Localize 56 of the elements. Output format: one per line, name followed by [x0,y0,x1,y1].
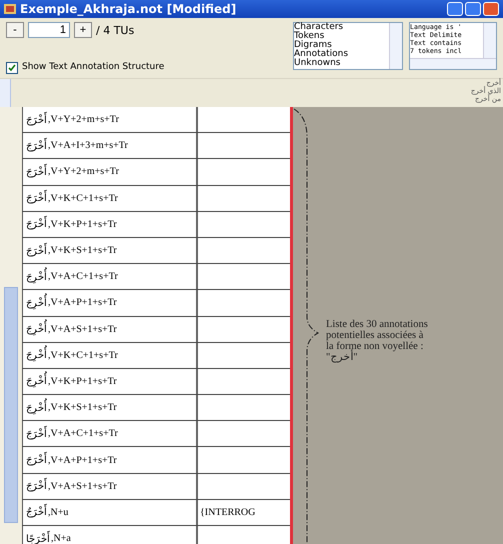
maximize-button[interactable] [465,2,481,16]
annotation-code: ,N+u [48,506,68,518]
arabic-form: أَخْرَجَ [26,140,47,152]
horizontal-scrollbar[interactable] [410,58,496,69]
arabic-form: أَخْرَجَ [26,218,47,230]
annotation-code: ,V+Y+2+m+s+Tr [48,114,119,126]
checkbox-label: Show Text Annotation Structure [22,62,164,72]
list-item[interactable]: Characters [294,23,389,32]
arabic-form: أَخْرَجَ [26,244,47,257]
annotation-code: ,V+A+P+1+s+Tr [48,297,117,308]
table-cell: {INTERROG [200,506,256,518]
arabic-form: أَخْرَجٌ [26,506,47,518]
page-total: / 4 TUs [96,24,134,36]
annotation-code: ,V+K+C+1+s+Tr [48,192,118,204]
annotation-code: ,V+K+S+1+s+Tr [48,245,117,256]
annotation-line: la forme non voyellée : [326,341,424,352]
annotation-code: ,V+A+C+1+s+Tr [48,428,118,440]
list-item[interactable]: Unknowns [294,59,389,68]
annotation-code: ,V+A+S+1+s+Tr [48,324,117,335]
annotation-code: ,V+K+C+1+s+Tr [48,350,118,361]
arabic-form: أَخْرَجَ [26,428,47,440]
annotation-code: ,V+A+C+1+s+Tr [48,271,118,282]
annotation-code: ,V+K+S+1+s+Tr [48,402,117,414]
annotation-code: ,V+K+P+1+s+Tr [48,376,117,387]
list-item[interactable]: Tokens [294,32,389,41]
arabic-form: أَخْرَجَ [26,166,47,178]
arabic-form: أَخْرَجًا [26,532,50,544]
close-button[interactable] [483,2,499,16]
window-title: Exemple_Akhraja.not [Modified] [20,2,236,16]
annotation-code: ,N+a [51,533,71,544]
minimize-button[interactable] [447,2,463,16]
scrollbar[interactable] [389,23,402,69]
page-field[interactable]: 1 [28,22,70,38]
checkbox[interactable] [6,62,18,74]
list-item[interactable]: Annotations [294,50,389,59]
scroll-thumb[interactable] [4,287,18,523]
view-list[interactable]: Characters Tokens Digrams Annotations Unknowns [293,22,403,70]
annotation-line: potentielles associées à [326,330,424,341]
annotation-code: ,V+A+P+1+s+Tr [48,454,117,466]
annotation-code: ,V+Y+2+m+s+Tr [48,166,119,178]
list-item[interactable]: Digrams [294,41,389,50]
scrollbar[interactable] [483,23,496,58]
scrollbar[interactable] [0,107,22,544]
next-button[interactable]: + [74,22,92,38]
annotation-line: "أخرج" [326,352,358,363]
annotation-code: ,V+K+P+1+s+Tr [48,218,117,230]
previous-button[interactable]: - [6,22,24,38]
arabic-form: أَخْرَجَ [26,114,47,126]
annotation-code: ,V+A+S+1+s+Tr [48,480,117,492]
arabic-form: أَخْرَجَ [26,192,47,204]
arabic-form: أَخْرَجَ [26,454,47,466]
arabic-form: أَخْرَجَ [26,480,47,492]
annotation-code: ,V+A+I+3+m+s+Tr [48,140,128,152]
scrollbar[interactable] [0,79,11,107]
app-icon [4,4,16,14]
annotation-line: Liste des 30 annotations [326,319,428,330]
